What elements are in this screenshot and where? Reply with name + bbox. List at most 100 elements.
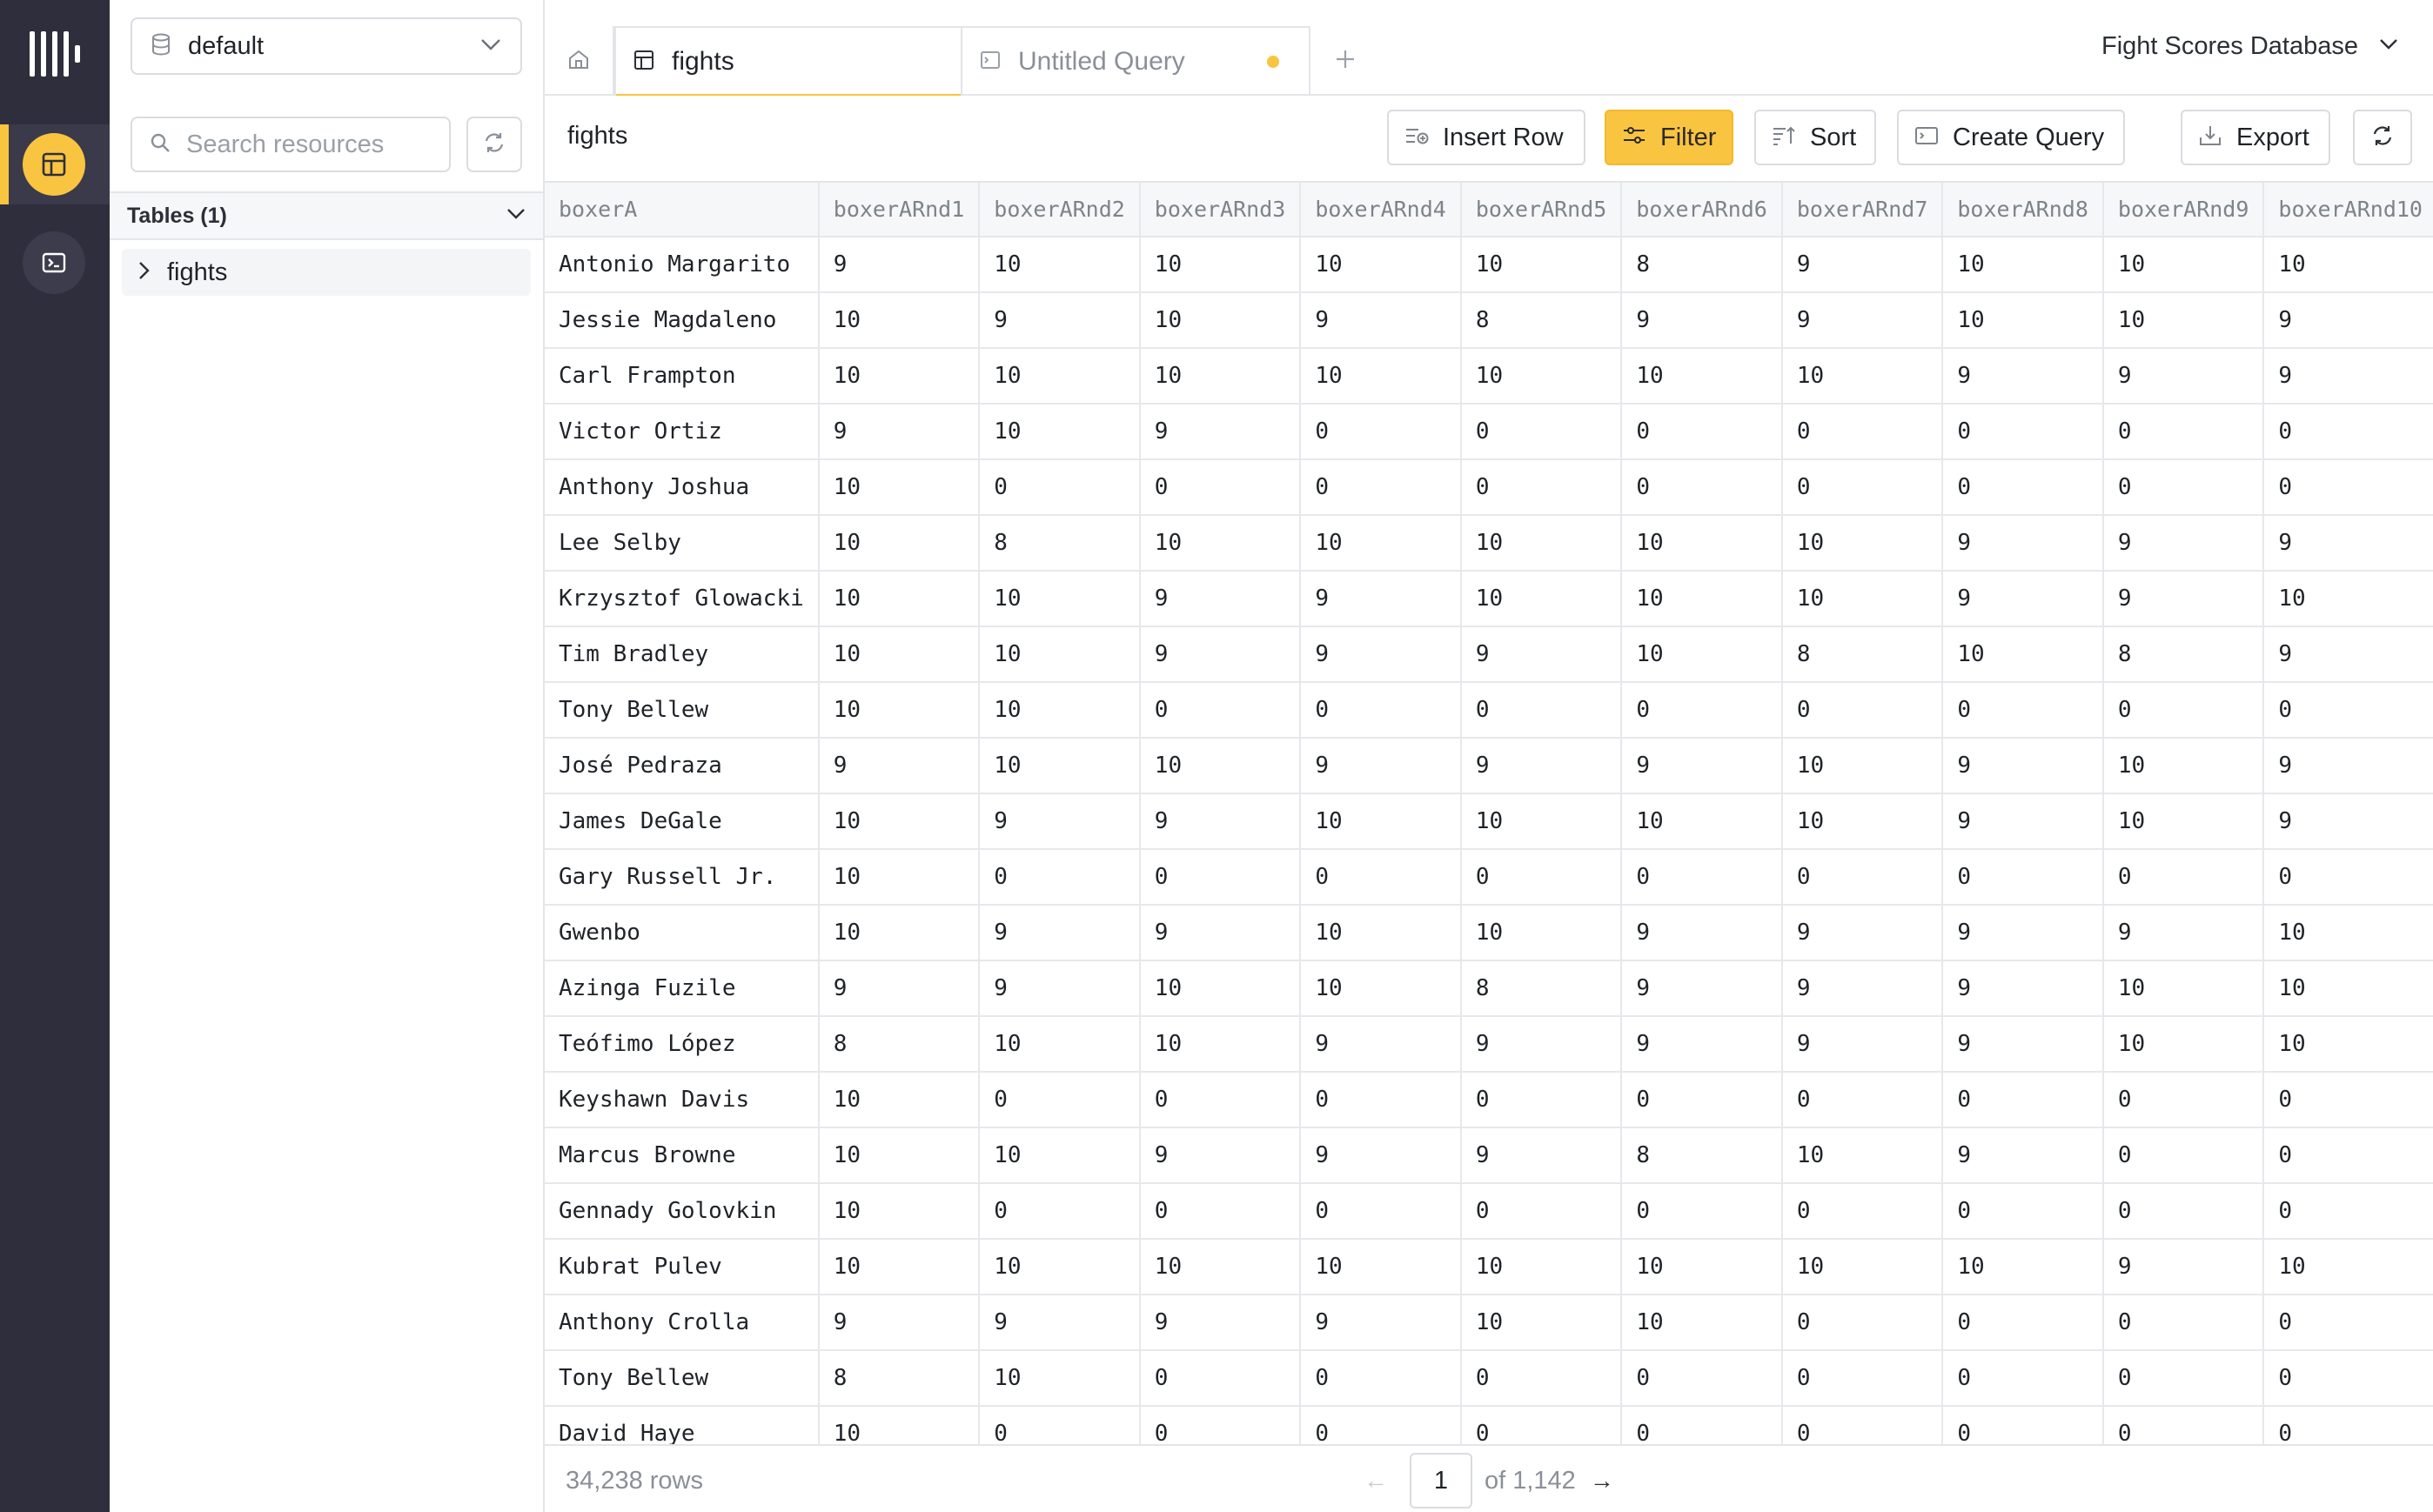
round-score-cell[interactable]: 9 xyxy=(818,738,981,794)
round-score-cell[interactable]: 0 xyxy=(1300,682,1462,739)
round-score-cell[interactable]: 0 xyxy=(1139,1183,1302,1240)
round-score-cell[interactable]: 9 xyxy=(1942,738,2104,794)
table-row[interactable]: Tim Bradley 10 10 9 9 9 10 8 10 8 9 xyxy=(545,626,2433,683)
round-score-cell[interactable]: 0 xyxy=(1621,459,1783,516)
round-score-cell[interactable]: 0 xyxy=(1139,1072,1302,1128)
round-score-cell[interactable]: 9 xyxy=(1621,738,1783,794)
round-score-cell[interactable]: 0 xyxy=(2102,1350,2265,1407)
table-row[interactable]: James DeGale 10 9 9 10 10 10 10 9 10 9 xyxy=(545,793,2433,850)
round-score-cell[interactable]: 10 xyxy=(1942,1239,2104,1295)
round-score-cell[interactable]: 8 xyxy=(1781,626,1944,683)
round-score-cell[interactable]: 0 xyxy=(2102,404,2265,460)
round-score-cell[interactable]: 0 xyxy=(1621,1406,1783,1444)
round-score-cell[interactable]: 10 xyxy=(818,682,981,739)
boxer-name-cell[interactable]: Gwenbo xyxy=(545,905,820,961)
round-score-cell[interactable]: 9 xyxy=(2263,626,2433,683)
round-score-cell[interactable]: 9 xyxy=(1781,1016,1944,1073)
round-score-cell[interactable]: 10 xyxy=(979,1016,1141,1073)
round-score-cell[interactable]: 9 xyxy=(1781,905,1944,961)
table-row[interactable]: Marcus Browne 10 10 9 9 9 8 10 9 0 0 xyxy=(545,1127,2433,1184)
boxer-name-cell[interactable]: David Haye xyxy=(545,1406,820,1444)
round-score-cell[interactable]: 0 xyxy=(979,1183,1141,1240)
round-score-cell[interactable]: 9 xyxy=(1621,905,1783,961)
round-score-cell[interactable]: 0 xyxy=(1460,404,1623,460)
round-score-cell[interactable]: 0 xyxy=(1460,849,1623,906)
arrow-left-icon[interactable]: ← xyxy=(1354,1467,1397,1495)
round-score-cell[interactable]: 10 xyxy=(1460,793,1623,850)
table-row[interactable]: Gwenbo 10 9 9 10 10 9 9 9 9 10 xyxy=(545,905,2433,961)
boxer-name-cell[interactable]: Antonio Margarito xyxy=(545,237,820,293)
create-query-button[interactable]: Create Query xyxy=(1897,110,2125,165)
round-score-cell[interactable]: 0 xyxy=(2102,1295,2265,1351)
round-score-cell[interactable]: 9 xyxy=(2263,348,2433,405)
round-score-cell[interactable]: 10 xyxy=(2102,738,2265,794)
round-score-cell[interactable]: 0 xyxy=(1460,1350,1623,1407)
round-score-cell[interactable]: 8 xyxy=(979,515,1141,572)
round-score-cell[interactable]: 9 xyxy=(1781,237,1944,293)
round-score-cell[interactable]: 9 xyxy=(2102,348,2265,405)
round-score-cell[interactable]: 10 xyxy=(1942,626,2104,683)
round-score-cell[interactable]: 0 xyxy=(1942,1183,2104,1240)
round-score-cell[interactable]: 10 xyxy=(2102,793,2265,850)
table-row[interactable]: Gary Russell Jr. 10 0 0 0 0 0 0 0 0 0 xyxy=(545,849,2433,906)
boxer-name-cell[interactable]: Tony Bellew xyxy=(545,1350,820,1407)
round-score-cell[interactable]: 0 xyxy=(1781,1072,1944,1128)
round-score-cell[interactable]: 10 xyxy=(818,1072,981,1128)
round-score-cell[interactable]: 10 xyxy=(818,626,981,683)
round-score-cell[interactable]: 10 xyxy=(1139,1239,1302,1295)
round-score-cell[interactable]: 9 xyxy=(1300,292,1462,349)
round-score-cell[interactable]: 10 xyxy=(979,1350,1141,1407)
round-score-cell[interactable]: 8 xyxy=(1621,237,1783,293)
round-score-cell[interactable]: 0 xyxy=(979,849,1141,906)
round-score-cell[interactable]: 10 xyxy=(1139,738,1302,794)
round-score-cell[interactable]: 9 xyxy=(1139,404,1302,460)
column-header[interactable]: boxerARnd5 xyxy=(1460,183,1623,238)
round-score-cell[interactable]: 9 xyxy=(1139,626,1302,683)
round-score-cell[interactable]: 9 xyxy=(2263,793,2433,850)
round-score-cell[interactable]: 8 xyxy=(818,1016,981,1073)
round-score-cell[interactable]: 0 xyxy=(1300,1406,1462,1444)
round-score-cell[interactable]: 10 xyxy=(818,1183,981,1240)
round-score-cell[interactable]: 10 xyxy=(818,1127,981,1184)
round-score-cell[interactable]: 10 xyxy=(2102,237,2265,293)
round-score-cell[interactable]: 9 xyxy=(1942,1127,2104,1184)
table-row[interactable]: Gennady Golovkin 10 0 0 0 0 0 0 0 0 0 xyxy=(545,1183,2433,1240)
round-score-cell[interactable]: 10 xyxy=(818,849,981,906)
table-row[interactable]: Tony Bellew 10 10 0 0 0 0 0 0 0 0 xyxy=(545,682,2433,739)
column-header[interactable]: boxerARnd10 xyxy=(2263,183,2433,238)
round-score-cell[interactable]: 10 xyxy=(979,1127,1141,1184)
arrow-right-icon[interactable]: → xyxy=(1576,1467,1628,1495)
round-score-cell[interactable]: 0 xyxy=(1300,1183,1462,1240)
round-score-cell[interactable]: 0 xyxy=(1942,682,2104,739)
round-score-cell[interactable]: 10 xyxy=(1781,1239,1944,1295)
round-score-cell[interactable]: 0 xyxy=(2102,1406,2265,1444)
round-score-cell[interactable]: 10 xyxy=(1942,237,2104,293)
round-score-cell[interactable]: 9 xyxy=(2263,292,2433,349)
round-score-cell[interactable]: 9 xyxy=(1139,1127,1302,1184)
table-tree-item[interactable]: fights xyxy=(122,249,531,296)
round-score-cell[interactable]: 8 xyxy=(1460,292,1623,349)
round-score-cell[interactable]: 8 xyxy=(1460,960,1623,1017)
round-score-cell[interactable]: 0 xyxy=(1781,1183,1944,1240)
round-score-cell[interactable]: 0 xyxy=(2263,1295,2433,1351)
column-header[interactable]: boxerARnd3 xyxy=(1139,183,1302,238)
round-score-cell[interactable]: 9 xyxy=(1621,960,1783,1017)
round-score-cell[interactable]: 0 xyxy=(2263,1072,2433,1128)
round-score-cell[interactable]: 10 xyxy=(979,682,1141,739)
round-score-cell[interactable]: 10 xyxy=(1460,515,1623,572)
round-score-cell[interactable]: 9 xyxy=(979,292,1141,349)
round-score-cell[interactable]: 0 xyxy=(1300,1072,1462,1128)
table-row[interactable]: Anthony Joshua 10 0 0 0 0 0 0 0 0 0 xyxy=(545,459,2433,516)
boxer-name-cell[interactable]: Lee Selby xyxy=(545,515,820,572)
round-score-cell[interactable]: 10 xyxy=(1942,292,2104,349)
round-score-cell[interactable]: 9 xyxy=(1781,960,1944,1017)
round-score-cell[interactable]: 10 xyxy=(818,292,981,349)
round-score-cell[interactable]: 9 xyxy=(1300,571,1462,627)
round-score-cell[interactable]: 0 xyxy=(1621,404,1783,460)
table-row[interactable]: Azinga Fuzile 9 9 10 10 8 9 9 9 10 10 xyxy=(545,960,2433,1017)
round-score-cell[interactable]: 10 xyxy=(1621,626,1783,683)
column-header[interactable]: boxerARnd2 xyxy=(979,183,1141,238)
refresh-resources-button[interactable] xyxy=(466,117,522,172)
boxer-name-cell[interactable]: Keyshawn Davis xyxy=(545,1072,820,1128)
round-score-cell[interactable]: 9 xyxy=(979,1295,1141,1351)
